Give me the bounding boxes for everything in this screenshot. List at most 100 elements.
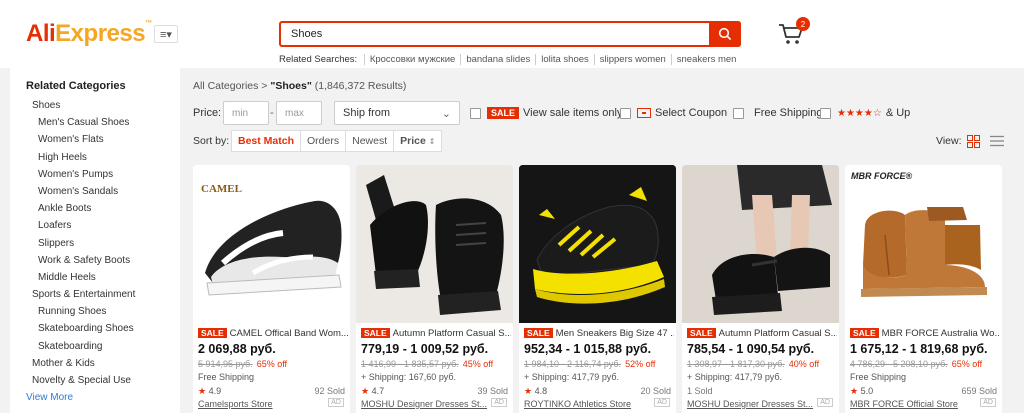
sidebar-item-womens-pumps[interactable]: Women's Pumps [26, 166, 180, 183]
sidebar-item-loafers[interactable]: Loafers [26, 217, 180, 234]
sidebar-item-mother-kids[interactable]: Mother & Kids [26, 355, 180, 372]
product-rating: ★ 4.9 92 Sold [198, 386, 345, 397]
sidebar-item-shoes[interactable]: Shoes [26, 97, 180, 114]
sale-badge: SALE [198, 328, 227, 338]
product-title[interactable]: SALE Men Sneakers Big Size 47 ... [524, 328, 674, 339]
sort-best-match[interactable]: Best Match [232, 131, 300, 151]
rating-filter[interactable]: ★★★★ ☆ & Up [820, 101, 910, 125]
product-shipping: + Shipping: 417,79 руб. [687, 372, 782, 382]
sale-filter[interactable]: SALE View sale items only [470, 101, 622, 125]
related-search-link[interactable]: slippers women [593, 54, 671, 65]
sidebar-item-novelty-special-use[interactable]: Novelty & Special Use [26, 372, 180, 389]
sort-options: Best Match Orders Newest Price ⇕ [231, 130, 443, 152]
breadcrumb-all-categories[interactable]: All Categories [193, 80, 258, 92]
aliexpress-logo[interactable]: AliExpress™ [26, 20, 152, 48]
product-title-text: Autumn Platform Casual S... [392, 328, 511, 339]
store-link[interactable]: ROYTINKO Athletics Store [524, 399, 631, 409]
product-title-text: CAMEL Offical Band Wom... [229, 328, 348, 339]
sold-count: 39 Sold [477, 386, 508, 396]
coupon-checkbox[interactable] [620, 107, 631, 119]
product-original-price: 5 914,95 руб. 65% off [198, 359, 287, 369]
related-search-link[interactable]: bandana slides [460, 54, 536, 65]
product-card[interactable]: CAMEL SALE CAMEL Offical Band Wom... 2 06… [193, 165, 350, 413]
list-view-icon[interactable] [990, 130, 1004, 152]
sidebar-item-skateboarding-shoes[interactable]: Skateboarding Shoes [26, 320, 180, 337]
free-shipping-filter[interactable]: Free Shipping [733, 101, 823, 125]
price-dash: - [270, 107, 274, 119]
rating-value: 5.0 [860, 386, 874, 396]
store-link[interactable]: MBR FORCE Official Store [850, 399, 958, 409]
product-image[interactable]: CAMEL [193, 165, 350, 323]
sidebar-item-sports-entertainment[interactable]: Sports & Entertainment [26, 286, 180, 303]
price-min-input[interactable]: min [223, 101, 269, 125]
sidebar-item-ankle-boots[interactable]: Ankle Boots [26, 200, 180, 217]
sort-orders[interactable]: Orders [300, 131, 345, 151]
product-title[interactable]: SALE MBR FORCE Australia Wo... [850, 328, 1000, 339]
related-search-link[interactable]: sneakers men [670, 54, 742, 65]
product-card[interactable]: SALE Autumn Platform Casual S... 779,19 -… [356, 165, 513, 413]
rating-value: 4.8 [534, 386, 548, 396]
store-link[interactable]: MOSHU Designer Dresses St... [687, 399, 813, 409]
product-original-price: 4 786,29 - 5 208,10 руб. 65% off [850, 359, 982, 369]
product-original-price: 1 308,97 - 1 817,30 руб. 40% off [687, 359, 819, 369]
product-image[interactable] [519, 165, 676, 323]
sort-arrows-icon: ⇕ [428, 137, 436, 146]
product-card[interactable]: SALE Men Sneakers Big Size 47 ... 952,34 … [519, 165, 676, 413]
view-more-link[interactable]: View More [26, 389, 180, 406]
product-image[interactable] [356, 165, 513, 323]
product-original-price: 1 984,10 - 2 116,74 руб. 52% off [524, 359, 655, 369]
related-search-link[interactable]: lolita shoes [535, 54, 594, 65]
original-price-text: 1 308,97 - 1 817,30 руб. [687, 359, 785, 369]
coupon-filter[interactable]: Select Coupon [620, 101, 727, 125]
rating-checkbox[interactable] [820, 107, 831, 119]
sort-newest[interactable]: Newest [345, 131, 393, 151]
discount-percent: 40% off [788, 359, 820, 369]
grid-view-icon[interactable] [967, 130, 980, 152]
sale-checkbox[interactable] [470, 107, 481, 119]
sidebar-item-mens-casual-shoes[interactable]: Men's Casual Shoes [26, 114, 180, 131]
store-link[interactable]: Camelsports Store [198, 399, 273, 409]
product-shipping: + Shipping: 167,60 руб. [361, 372, 456, 382]
discount-percent: 52% off [625, 359, 656, 369]
product-title[interactable]: SALE Autumn Platform Casual S... [361, 328, 511, 339]
product-price: 785,54 - 1 090,54 руб. [687, 342, 815, 356]
rating-up-label: & Up [885, 107, 911, 119]
sold-count: 20 Sold [640, 386, 671, 396]
sale-badge: SALE [687, 328, 716, 338]
product-image[interactable] [682, 165, 839, 323]
sidebar-item-womens-sandals[interactable]: Women's Sandals [26, 183, 180, 200]
sidebar-item-slippers[interactable]: Slippers [26, 235, 180, 252]
store-link[interactable]: MOSHU Designer Dresses St... [361, 399, 487, 409]
sidebar-item-high-heels[interactable]: High Heels [26, 149, 180, 166]
sort-price[interactable]: Price ⇕ [393, 131, 441, 151]
related-searches: Related Searches: Кроссовки мужские banda… [279, 54, 742, 65]
product-title[interactable]: SALE Autumn Platform Casual S... [687, 328, 837, 339]
ship-from-select[interactable]: Ship from ⌄ [334, 101, 460, 125]
price-max-input[interactable]: max [276, 101, 322, 125]
product-card[interactable]: SALE Autumn Platform Casual S... 785,54 -… [682, 165, 839, 413]
brand-logo: CAMEL [201, 183, 242, 195]
original-price-text: 5 914,95 руб. [198, 359, 253, 369]
search-input[interactable] [281, 23, 701, 45]
category-menu-button[interactable]: ≡▾ [154, 25, 178, 43]
view-label: View: [936, 135, 962, 147]
sidebar-item-middle-heels[interactable]: Middle Heels [26, 269, 180, 286]
sidebar-item-work-safety-boots[interactable]: Work & Safety Boots [26, 252, 180, 269]
sidebar-item-skateboarding[interactable]: Skateboarding [26, 338, 180, 355]
search-button[interactable] [709, 21, 741, 47]
coupon-icon [637, 108, 651, 118]
ugg-boot-illustration [861, 207, 987, 297]
related-search-link[interactable]: Кроссовки мужские [363, 54, 461, 65]
ad-badge: AD [817, 398, 833, 407]
discount-percent: 65% off [951, 359, 983, 369]
search-bar [279, 21, 741, 47]
sidebar-item-womens-flats[interactable]: Women's Flats [26, 131, 180, 148]
product-card[interactable]: MBR FORCE® SALE MBR FORCE Australia Wo...… [845, 165, 1002, 413]
product-title[interactable]: SALE CAMEL Offical Band Wom... [198, 328, 348, 339]
brand-logo: MBR FORCE® [851, 171, 913, 181]
product-image[interactable]: MBR FORCE® [845, 165, 1002, 323]
free-shipping-checkbox[interactable] [733, 107, 744, 119]
star-icon: ★ [361, 386, 370, 396]
sidebar-item-running-shoes[interactable]: Running Shoes [26, 303, 180, 320]
product-title-text: MBR FORCE Australia Wo... [881, 328, 1000, 339]
